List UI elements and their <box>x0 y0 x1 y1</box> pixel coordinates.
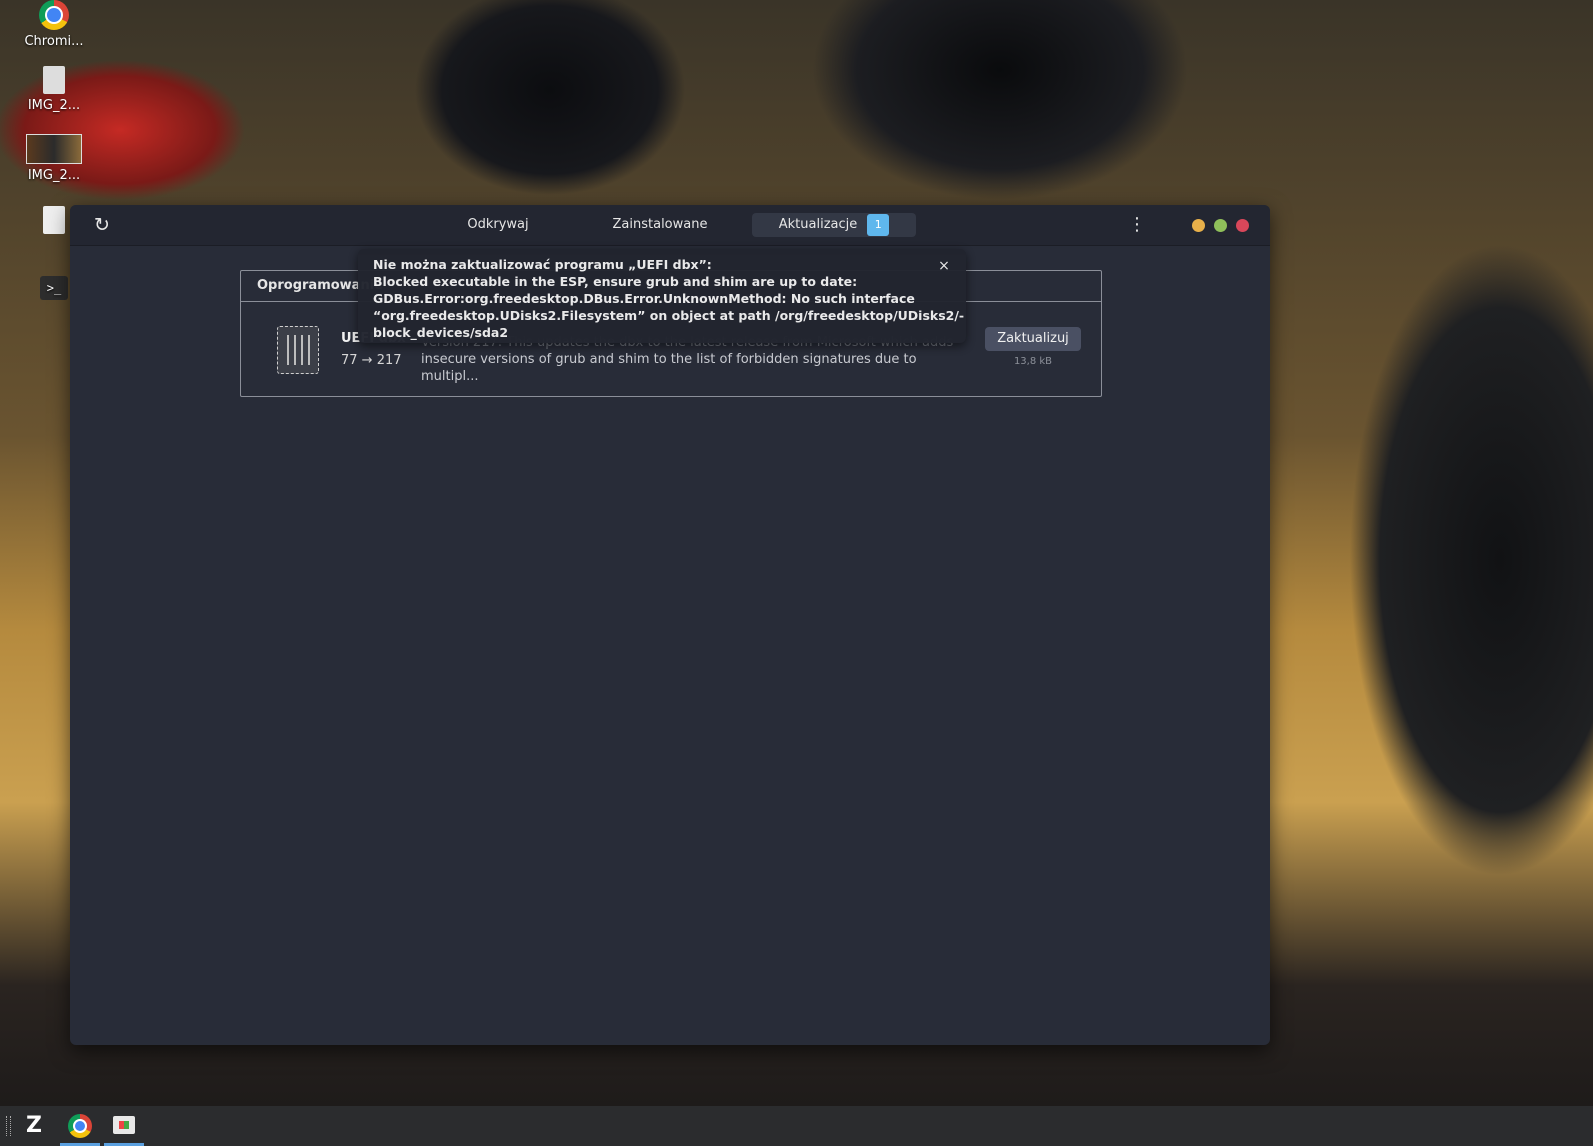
error-message: Nie można zaktualizować programu „UEFI d… <box>373 256 965 341</box>
taskbar-handle[interactable] <box>6 1116 11 1136</box>
kebab-menu-icon: ⋮ <box>1128 214 1146 235</box>
error-line: “org.freedesktop.UDisks2.Filesystem” on … <box>373 308 965 323</box>
refresh-button[interactable]: ↻ <box>90 213 114 237</box>
error-line: block_devices/sda2 <box>373 325 509 340</box>
close-notification-button[interactable]: × <box>936 258 952 274</box>
terminal-icon: >_ <box>40 276 68 300</box>
tab-label: Aktualizacje <box>778 217 858 232</box>
desktop-icon-label: Chromi... <box>24 34 84 49</box>
tab-label: Odkrywaj <box>467 217 529 232</box>
image-file-icon <box>26 134 82 164</box>
refresh-icon: ↻ <box>94 214 110 236</box>
zorin-menu-icon: Z <box>26 1113 42 1138</box>
chrome-icon <box>39 0 69 30</box>
app-version: 77 → 217 <box>341 353 402 368</box>
software-window: ↻ Odkrywaj Zainstalowane Aktualizacje 1 ⋮… <box>70 205 1270 1045</box>
menu-button[interactable]: ⋮ <box>1128 213 1146 237</box>
minimize-button[interactable] <box>1192 219 1205 232</box>
update-button[interactable]: Zaktualizuj <box>985 327 1081 351</box>
error-line: GDBus.Error:org.freedesktop.DBus.Error.U… <box>373 291 915 306</box>
tab-updates[interactable]: Aktualizacje 1 <box>752 213 916 237</box>
taskbar-zorin-menu[interactable]: Z <box>14 1106 54 1146</box>
error-line: Blocked executable in the ESP, ensure gr… <box>373 274 858 289</box>
tab-installed[interactable]: Zainstalowane <box>600 213 720 237</box>
tab-label: Zainstalowane <box>612 217 708 232</box>
desktop-icon-image-2[interactable]: IMG_2... <box>12 134 96 183</box>
software-store-icon <box>113 1116 135 1134</box>
updates-count-badge: 1 <box>867 213 890 236</box>
desktop-icon-label: IMG_2... <box>27 168 81 183</box>
chrome-icon <box>68 1114 92 1138</box>
app-description-line: insecure versions of grub and shim to th… <box>421 352 917 384</box>
firmware-chip-icon <box>277 326 319 374</box>
tab-discover[interactable]: Odkrywaj <box>448 213 548 237</box>
desktop-icon-label: IMG_2... <box>27 98 81 113</box>
desktop-icon-image-1[interactable]: IMG_2... <box>12 66 96 113</box>
close-icon: × <box>938 258 950 274</box>
header-bar: ↻ Odkrywaj Zainstalowane Aktualizacje 1 ⋮ <box>70 205 1270 246</box>
desktop-icon-chromium[interactable]: Chromi... <box>12 0 96 49</box>
taskbar: Z <box>0 1106 1593 1146</box>
error-title: Nie można zaktualizować programu „UEFI d… <box>373 257 712 272</box>
taskbar-software-store[interactable] <box>104 1106 144 1146</box>
maximize-button[interactable] <box>1214 219 1227 232</box>
taskbar-chrome[interactable] <box>60 1106 100 1146</box>
error-notification: Nie można zaktualizować programu „UEFI d… <box>358 249 966 343</box>
image-file-icon <box>43 66 65 94</box>
download-size: 13,8 kB <box>1013 356 1053 367</box>
text-file-icon <box>43 206 65 234</box>
close-window-button[interactable] <box>1236 219 1249 232</box>
